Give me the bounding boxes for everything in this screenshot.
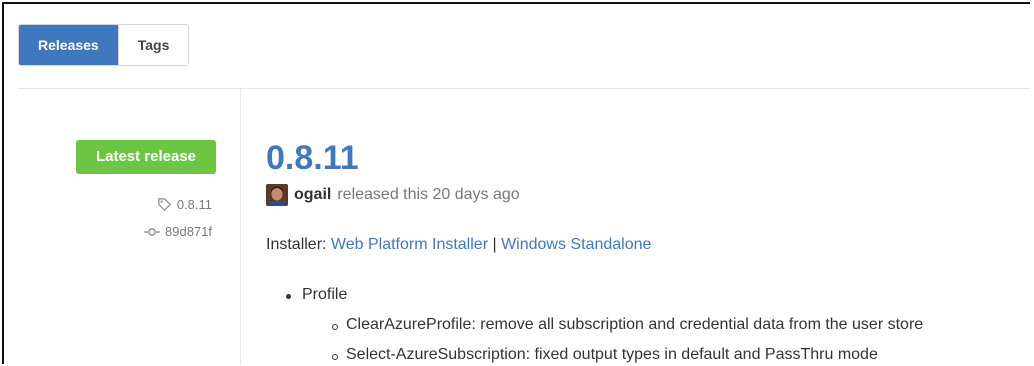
- installer-label: Installer:: [266, 236, 327, 253]
- link-separator: |: [492, 236, 497, 253]
- releases-page: Releases Tags Latest release 0.8.11 89d8…: [2, 2, 1030, 364]
- installer-line: Installer: Web Platform Installer | Wind…: [266, 236, 651, 254]
- web-platform-installer-link[interactable]: Web Platform Installer: [331, 236, 488, 253]
- commit-icon: [144, 226, 160, 238]
- author-link[interactable]: ogail: [294, 186, 331, 204]
- list-item: Select-AzureSubscription: fixed output t…: [346, 346, 878, 363]
- bullet-icon: [286, 294, 291, 299]
- list-item: Profile: [302, 286, 348, 303]
- circle-bullet-icon: [332, 354, 338, 360]
- divider-vertical: [240, 89, 241, 364]
- releases-tabs: Releases Tags: [18, 24, 190, 66]
- windows-standalone-link[interactable]: Windows Standalone: [501, 236, 651, 253]
- released-text: released this 20 days ago: [337, 186, 520, 203]
- latest-release-badge: Latest release: [76, 140, 216, 174]
- release-byline: ogail released this 20 days ago: [266, 184, 520, 206]
- release-tag[interactable]: 0.8.11: [157, 197, 212, 212]
- list-item: ClearAzureProfile: remove all subscripti…: [346, 316, 924, 333]
- release-commit[interactable]: 89d871f: [144, 224, 212, 239]
- release-version-title[interactable]: 0.8.11: [266, 136, 359, 180]
- tag-icon: [157, 197, 172, 212]
- tab-tags[interactable]: Tags: [117, 25, 189, 65]
- release-tag-label: 0.8.11: [176, 197, 212, 212]
- tab-releases[interactable]: Releases: [19, 25, 118, 65]
- circle-bullet-icon: [332, 324, 338, 330]
- avatar[interactable]: [266, 184, 288, 206]
- divider-horizontal: [18, 88, 1030, 89]
- release-commit-label: 89d871f: [165, 224, 212, 239]
